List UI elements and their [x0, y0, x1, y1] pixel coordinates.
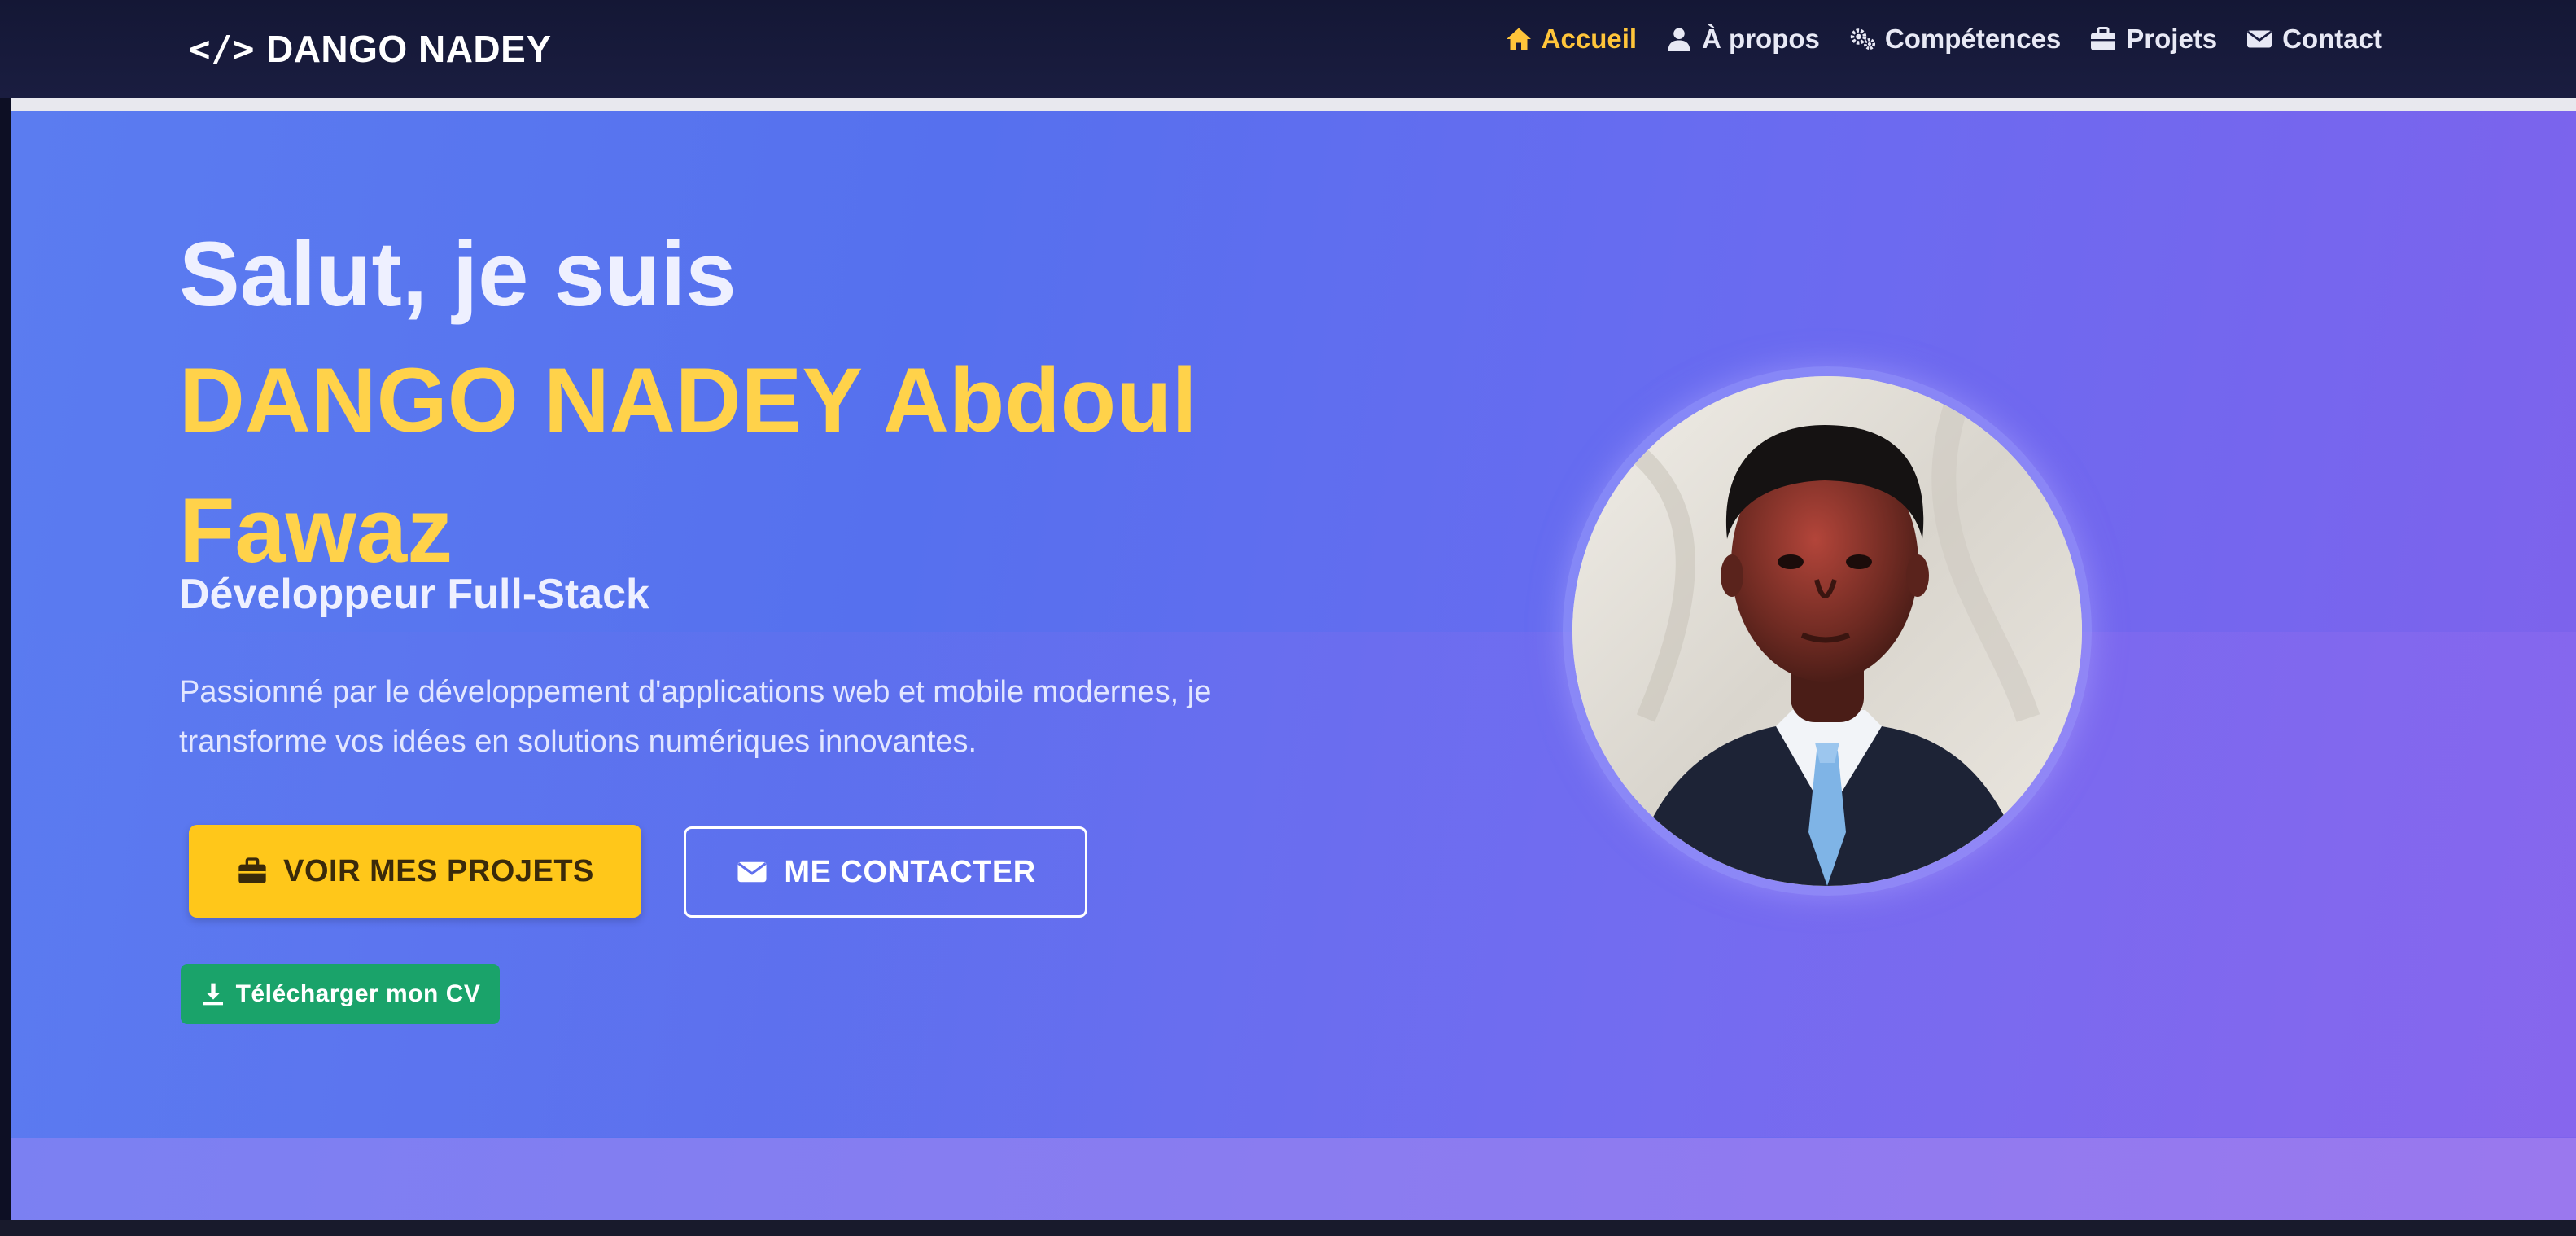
home-icon [1506, 28, 1531, 50]
brand-logo[interactable]: </> DANGO NADEY [189, 24, 552, 73]
nav-item-competences[interactable]: Compétences [1848, 24, 2061, 55]
hero-role: Développeur Full-Stack [179, 571, 649, 618]
gears-icon [1850, 28, 1875, 50]
nav-label: Accueil [1541, 24, 1638, 54]
download-icon [203, 983, 223, 1006]
envelope-icon [737, 861, 767, 883]
profile-photo [1572, 376, 2082, 886]
brand-name: DANGO NADEY [265, 28, 552, 70]
code-icon: </> [189, 28, 255, 70]
nav-item-projets[interactable]: Projets [2088, 24, 2217, 55]
envelope-icon [2247, 30, 2272, 48]
hero-description: Passionné par le développement d'applica… [179, 675, 1212, 759]
os-taskbar [0, 1220, 2576, 1236]
download-cv-button[interactable]: Télécharger mon CV [181, 964, 500, 1024]
briefcase-icon [238, 857, 266, 883]
nav-label: Compétences [1884, 24, 2062, 54]
nav-label: Projets [2126, 24, 2218, 54]
hero-bottom-band [11, 1138, 2576, 1220]
main-nav: Accueil À propos Compétences Projets Con… [1504, 15, 2382, 64]
top-navbar: </> DANGO NADEY Accueil À propos Compéte… [0, 0, 2576, 98]
view-projects-label: VOIR MES PROJETS [283, 853, 594, 888]
nav-label: À propos [1702, 24, 1820, 54]
hero-greeting: Salut, je suis [179, 223, 737, 325]
profile-portrait [1572, 376, 2082, 886]
nav-item-a-propos[interactable]: À propos [1664, 24, 1820, 55]
user-icon [1668, 28, 1690, 51]
nav-item-contact[interactable]: Contact [2245, 24, 2382, 55]
contact-me-button[interactable]: ME CONTACTER [684, 826, 1087, 918]
briefcase-icon [2091, 27, 2116, 50]
download-cv-label: Télécharger mon CV [235, 980, 481, 1007]
contact-me-label: ME CONTACTER [784, 854, 1036, 889]
view-projects-button[interactable]: VOIR MES PROJETS [189, 825, 641, 918]
nav-item-accueil[interactable]: Accueil [1504, 24, 1637, 55]
nav-label: Contact [2282, 24, 2382, 54]
hero-name: DANGO NADEY Abdoul Fawaz [179, 349, 1197, 582]
navbar-separator [11, 98, 2576, 111]
